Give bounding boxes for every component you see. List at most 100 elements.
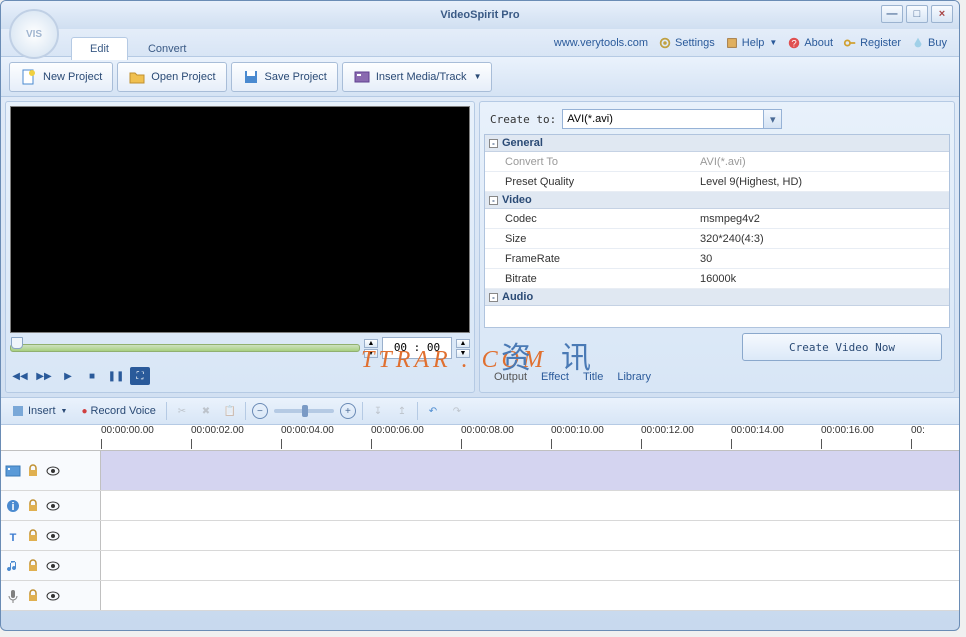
- tracks-area: i T: [1, 451, 959, 611]
- voice-track[interactable]: [1, 581, 959, 611]
- help-link[interactable]: Help▼: [725, 36, 778, 50]
- play-button[interactable]: ▶: [58, 367, 78, 385]
- app-logo: VIS: [9, 9, 59, 59]
- seek-slider[interactable]: [10, 344, 360, 352]
- track-body[interactable]: [101, 551, 959, 580]
- close-button[interactable]: ×: [931, 5, 953, 23]
- preview-pane: ▲▼ 00 : 00 ▲▼ ◀◀ ▶▶ ▶ ■ ❚❚ ⛶: [5, 101, 475, 393]
- tab-edit[interactable]: Edit: [71, 37, 128, 60]
- forward-button[interactable]: ▶▶: [34, 367, 54, 385]
- time-up-button[interactable]: ▲: [364, 339, 378, 348]
- settings-link[interactable]: Settings: [658, 36, 715, 50]
- tab-library[interactable]: Library: [617, 371, 651, 383]
- timeline-insert-button[interactable]: Insert▼: [7, 402, 71, 420]
- zoom-out-button[interactable]: −: [252, 403, 268, 419]
- chevron-down-icon: ▼: [61, 408, 68, 415]
- title-track[interactable]: T: [1, 521, 959, 551]
- fullscreen-button[interactable]: ⛶: [130, 367, 150, 385]
- app-title: VideoSpirit Pro: [440, 9, 519, 21]
- svg-text:T: T: [10, 532, 17, 544]
- stop-button[interactable]: ■: [82, 367, 102, 385]
- create-to-label: Create to:: [490, 113, 556, 126]
- lock-icon[interactable]: [25, 528, 41, 544]
- ruler-tick: 00:00:16.00: [821, 425, 874, 436]
- time-display: 00 : 00: [382, 337, 452, 359]
- tab-convert[interactable]: Convert: [130, 38, 205, 60]
- mic-track-icon: [5, 588, 21, 604]
- website-link[interactable]: www.verytools.com: [554, 37, 648, 49]
- minimize-button[interactable]: —: [881, 5, 903, 23]
- lock-icon[interactable]: [25, 498, 41, 514]
- svg-text:i: i: [11, 501, 14, 513]
- tab-effect[interactable]: Effect: [541, 371, 569, 383]
- prop-bitrate[interactable]: Bitrate16000k: [485, 269, 949, 289]
- track-body[interactable]: [101, 491, 959, 520]
- tab-output[interactable]: Output: [494, 371, 527, 383]
- section-general[interactable]: -General: [485, 135, 949, 152]
- new-project-button[interactable]: New Project: [9, 62, 113, 92]
- drop-icon: [911, 36, 925, 50]
- new-file-icon: [20, 68, 38, 86]
- time-up-button-2[interactable]: ▲: [456, 339, 470, 348]
- lock-icon[interactable]: [25, 463, 41, 479]
- svg-text:?: ?: [792, 38, 797, 49]
- open-project-button[interactable]: Open Project: [117, 62, 226, 92]
- ruler-tick: 00:00:06.00: [371, 425, 424, 436]
- section-audio[interactable]: -Audio: [485, 289, 949, 306]
- property-grid: -General Convert ToAVI(*.avi) Preset Qua…: [484, 134, 950, 328]
- eye-icon[interactable]: [45, 588, 61, 604]
- mark-in-button: ↧: [369, 402, 387, 420]
- chevron-down-icon[interactable]: ▾: [763, 110, 781, 128]
- collapse-icon[interactable]: -: [489, 293, 498, 302]
- music-track[interactable]: [1, 551, 959, 581]
- save-project-button[interactable]: Save Project: [231, 62, 338, 92]
- zoom-slider[interactable]: [274, 409, 334, 413]
- ruler-tick: 00:00:08.00: [461, 425, 514, 436]
- prop-preset-quality[interactable]: Preset QualityLevel 9(Highest, HD): [485, 172, 949, 192]
- ruler-tick: 00:00:10.00: [551, 425, 604, 436]
- prop-convert-to: Convert ToAVI(*.avi): [485, 152, 949, 172]
- prop-codec[interactable]: Codecmsmpeg4v2: [485, 209, 949, 229]
- eye-icon[interactable]: [45, 528, 61, 544]
- buy-link[interactable]: Buy: [911, 36, 947, 50]
- track-body[interactable]: [101, 581, 959, 610]
- prop-size[interactable]: Size320*240(4:3): [485, 229, 949, 249]
- eye-icon[interactable]: [45, 498, 61, 514]
- track-body[interactable]: [101, 521, 959, 550]
- maximize-button[interactable]: □: [906, 5, 928, 23]
- lock-icon[interactable]: [25, 558, 41, 574]
- rewind-button[interactable]: ◀◀: [10, 367, 30, 385]
- collapse-icon[interactable]: -: [489, 196, 498, 205]
- time-down-button-2[interactable]: ▼: [456, 349, 470, 358]
- titlebar: VideoSpirit Pro — □ ×: [1, 1, 959, 29]
- collapse-icon[interactable]: -: [489, 139, 498, 148]
- create-video-button[interactable]: Create Video Now: [742, 333, 942, 361]
- about-link[interactable]: ?About: [787, 36, 833, 50]
- gear-icon: [658, 36, 672, 50]
- prop-framerate[interactable]: FrameRate30: [485, 249, 949, 269]
- ruler-tick: 00:00:00.00: [101, 425, 154, 436]
- register-link[interactable]: Register: [843, 36, 901, 50]
- timeline-toolbar: Insert▼ ●Record Voice ✂ ✖ 📋 − + ↧ ↥ ↶ ↷: [1, 397, 959, 425]
- text-track-icon: T: [5, 528, 21, 544]
- eye-icon[interactable]: [45, 463, 61, 479]
- mark-out-button: ↥: [393, 402, 411, 420]
- time-down-button[interactable]: ▼: [364, 349, 378, 358]
- info-track[interactable]: i: [1, 491, 959, 521]
- record-voice-button[interactable]: ●Record Voice: [77, 403, 159, 419]
- zoom-in-button[interactable]: +: [340, 403, 356, 419]
- undo-button[interactable]: ↶: [424, 402, 442, 420]
- eye-icon[interactable]: [45, 558, 61, 574]
- lock-icon[interactable]: [25, 588, 41, 604]
- time-ruler[interactable]: 00:00:00.00 00:00:02.00 00:00:04.00 00:0…: [1, 425, 959, 451]
- video-preview[interactable]: [10, 106, 470, 333]
- track-body[interactable]: [101, 451, 959, 490]
- section-video[interactable]: -Video: [485, 192, 949, 209]
- insert-media-button[interactable]: Insert Media/Track▼: [342, 62, 493, 92]
- media-icon: [353, 68, 371, 86]
- video-track[interactable]: [1, 451, 959, 491]
- format-combobox[interactable]: AVI(*.avi)▾: [562, 109, 782, 129]
- save-icon: [242, 68, 260, 86]
- pause-button[interactable]: ❚❚: [106, 367, 126, 385]
- tab-title[interactable]: Title: [583, 371, 603, 383]
